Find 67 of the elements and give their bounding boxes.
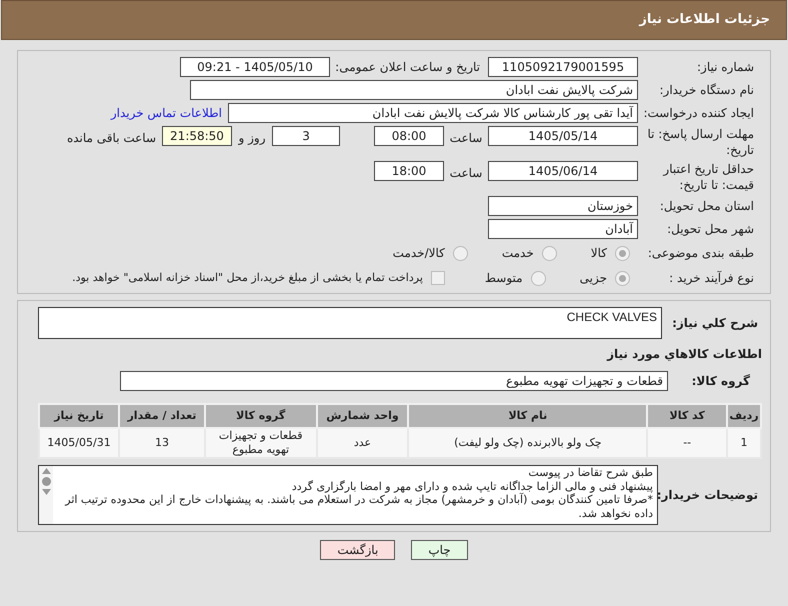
field-label: توضیحات خریدار:: [658, 487, 759, 504]
print-button[interactable]: چاپ: [411, 540, 468, 560]
note-line: *صرفا تامین کنندگان بومی (آبادان و خرمشهر) مجاز به شرکت در استعلام می باشند. به پیشنهادات خارج از این محدوده ترتیب اثر داده نخواهد شد.: [64, 493, 653, 520]
text-field[interactable]: 1105092179001595: [488, 57, 638, 77]
field-label: ایجاد کننده درخواست:: [642, 105, 754, 122]
goods-group-field[interactable]: قطعات و تجهیزات تهویه مطبوع: [120, 371, 668, 391]
field-label: نوع فرآیند خرید :: [668, 270, 754, 287]
field-label: ساعت: [448, 165, 484, 182]
text-field[interactable]: 3: [272, 126, 340, 146]
field-label: استان محل تحویل:: [658, 198, 754, 215]
text-field[interactable]: آیدا تقی پور کارشناس کالا شرکت پالایش نفت ابادان: [228, 103, 638, 123]
column-header: تاریخ نیاز: [39, 404, 120, 428]
field-label: شماره نیاز:: [696, 59, 754, 76]
text-field[interactable]: شرکت پالایش نفت ابادان: [190, 80, 638, 100]
text-field[interactable]: خوزستان: [488, 196, 638, 216]
note-line: طبق شرح تقاضا در پیوست: [527, 466, 653, 480]
text-field[interactable]: 1405/05/10 - 09:21: [180, 57, 330, 77]
text-field[interactable]: 18:00: [374, 161, 444, 181]
text-field[interactable]: آبادان: [488, 219, 638, 239]
notes-field[interactable]: [38, 465, 658, 525]
column-header: ردیف: [727, 404, 761, 428]
radio-label: کالا: [590, 245, 607, 262]
field-label: حداقل تاریخ اعتبار قیمت: تا تاریخ:: [662, 161, 754, 193]
field-label: تاریخ و ساعت اعلان عمومی:: [334, 59, 480, 76]
field-label: گروه کالا:: [690, 373, 751, 390]
field-label: شهر محل تحویل:: [666, 221, 754, 238]
field-label: مهلت ارسال پاسخ: تا تاریخ:: [646, 126, 754, 158]
column-header: نام کالا: [408, 404, 648, 428]
page-title: جزئیات اطلاعات نیاز: [639, 11, 770, 30]
table-cell: چک ولو بالابرنده (چک ولو لیفت): [408, 428, 648, 458]
radio-button[interactable]: [452, 246, 468, 260]
column-header: تعداد / مقدار: [119, 404, 205, 428]
text-field[interactable]: 08:00: [374, 126, 444, 146]
radio-button[interactable]: [530, 270, 546, 286]
checkbox[interactable]: [430, 271, 445, 285]
radio-button[interactable]: [615, 270, 630, 286]
text-field[interactable]: 1405/06/14: [488, 161, 638, 181]
column-header: گروه کالا: [204, 404, 317, 428]
field-label: ساعت باقی مانده: [66, 130, 156, 147]
radio-label: کالا/خدمت: [392, 245, 445, 262]
description-field[interactable]: CHECK VALVES: [38, 307, 662, 339]
column-header: کد کالا: [647, 404, 728, 428]
radio-button[interactable]: [615, 246, 630, 260]
column-header: واحد شمارش: [316, 404, 408, 428]
text-field[interactable]: 1405/05/14: [488, 126, 638, 146]
buyer-contact-link[interactable]: اطلاعات تماس خریدار: [110, 104, 222, 122]
field-label: شرح کلي نياز:: [671, 315, 759, 332]
back-button[interactable]: بازگشت: [320, 540, 396, 560]
checkbox-label: پرداخت تمام یا بخشی از مبلغ خرید،از محل "اسناد خزانه اسلامی" خواهد بود.: [72, 270, 423, 286]
field-label: نام دستگاه خریدار:: [658, 82, 754, 99]
radio-label: متوسط: [484, 270, 523, 287]
radio-button[interactable]: [542, 246, 557, 260]
table-cell: 1405/05/31: [39, 428, 120, 458]
field-label: روز و: [237, 130, 266, 147]
table-cell: 13: [119, 428, 205, 458]
radio-label: خدمت: [502, 245, 534, 262]
table-cell: 1: [727, 428, 761, 458]
scrollbar-icon: [39, 466, 53, 524]
field-label: طبقه بندی موضوعی:: [646, 245, 754, 262]
note-line: پیشنهاد فنی و مالی الزاما جداگانه تایپ شده و دارای مهر و امضا بارگزاری گردد: [290, 480, 653, 493]
field-label: ساعت: [448, 130, 484, 147]
section-title: اطلاعات کالاهاي مورد نياز: [606, 346, 762, 363]
radio-label: جزیی: [580, 270, 607, 287]
countdown-field[interactable]: 21:58:50: [162, 126, 232, 146]
table-cell: قطعات و تجهیزات تهویه مطبوع: [204, 428, 317, 458]
table-cell: عدد: [316, 428, 408, 458]
table-cell: --: [647, 428, 728, 458]
